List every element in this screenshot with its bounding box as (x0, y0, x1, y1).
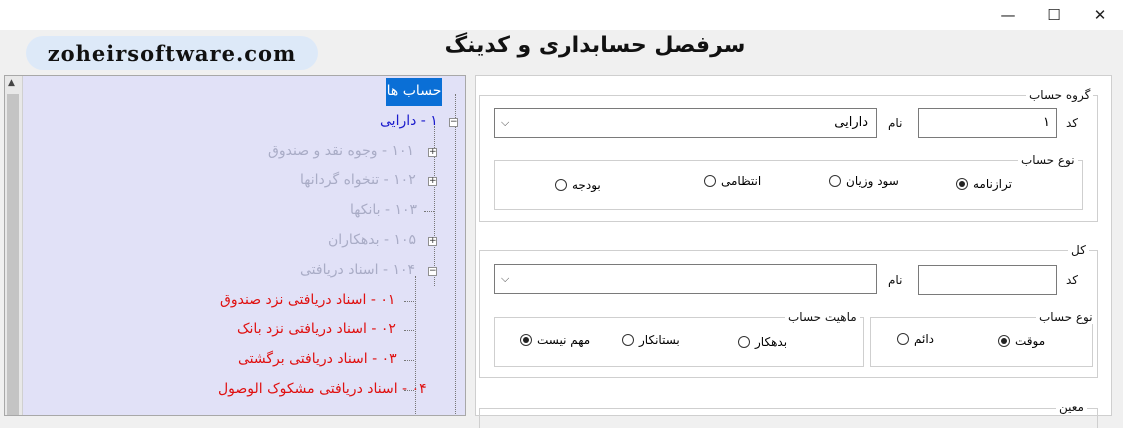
tree-node[interactable]: ۰۱ - اسناد دریافتی نزد صندوق (220, 292, 395, 308)
minimize-button[interactable]: — (985, 0, 1031, 30)
radio-label: مهم نیست (537, 333, 591, 347)
tree-node[interactable]: ۰۳ - اسناد دریافتی برگشتی (238, 351, 397, 367)
radio-label: بستانکار (639, 333, 680, 347)
tree-node[interactable]: ۱۰۳ - بانکها (350, 202, 417, 218)
tree-line (404, 360, 414, 361)
radio-label: بدهکار (755, 335, 788, 349)
radio-circle[interactable] (998, 335, 1010, 347)
expand-icon[interactable]: + (428, 177, 437, 186)
radio-permanent[interactable]: دائم (897, 332, 934, 346)
radio-circle[interactable] (829, 175, 841, 187)
collapse-icon[interactable]: − (428, 267, 437, 276)
radio-label: ترازنامه (973, 177, 1012, 191)
radio-label: بودجه (572, 178, 601, 192)
code-label: کد (1066, 116, 1079, 130)
tree-node[interactable]: ۱۰۲ - تنخواه گردانها (300, 172, 416, 188)
radio-circle[interactable] (956, 178, 968, 190)
kol-nature-legend: ماهیت حساب (785, 310, 860, 324)
expand-icon[interactable]: + (428, 237, 437, 246)
radio-label: انتظامی (721, 174, 762, 188)
kol-legend: کل (1068, 243, 1089, 257)
radio-circle[interactable] (704, 175, 716, 187)
radio-label: سود وزیان (846, 174, 899, 188)
tree-node[interactable]: ۰۴ - اسناد دریافتی مشکوک الوصول (218, 381, 427, 397)
radio-circle[interactable] (738, 336, 750, 348)
tree-line (404, 301, 414, 302)
group-code-input[interactable]: ۱ (918, 108, 1057, 138)
moein-box (479, 408, 1098, 428)
radio-circle[interactable] (622, 334, 634, 346)
group-type-legend: نوع حساب (1018, 153, 1078, 167)
radio-circle[interactable] (897, 333, 909, 345)
radio-balance-sheet[interactable]: ترازنامه (956, 177, 1012, 191)
radio-memorandum[interactable]: انتظامی (704, 174, 761, 188)
radio-label: دائم (914, 332, 935, 346)
maximize-button[interactable]: ☐ (1031, 0, 1077, 30)
group-legend: گروه حساب (1026, 88, 1094, 102)
tree-line (404, 390, 414, 391)
brand-badge: zoheirsoftware.com (26, 36, 318, 70)
kol-type-legend: نوع حساب (1036, 310, 1096, 324)
group-name-value: دارایی (834, 115, 868, 130)
chevron-down-icon[interactable]: ⌵ (501, 265, 509, 293)
tree-node[interactable]: ۱۰۴ - اسناد دریافتی (300, 262, 415, 278)
kol-code-input[interactable] (918, 265, 1057, 295)
title-bar: — ☐ ✕ (0, 0, 1123, 30)
name-label: نام (888, 273, 903, 287)
scroll-up-arrow-icon[interactable]: ▲ (8, 78, 15, 88)
radio-temporary[interactable]: موقت (998, 334, 1045, 348)
tree-node[interactable]: ۱۰۵ - بدهکاران (328, 232, 416, 248)
chevron-down-icon[interactable]: ⌵ (501, 109, 509, 137)
details-scrollbar[interactable] (1112, 75, 1123, 416)
radio-budget[interactable]: بودجه (555, 178, 601, 192)
radio-profit-loss[interactable]: سود وزیان (829, 174, 899, 188)
code-label: کد (1066, 273, 1079, 287)
radio-not-important[interactable]: مهم نیست (520, 333, 590, 347)
kol-name-select[interactable]: ⌵ (494, 264, 877, 294)
tree-node[interactable]: ۰۲ - اسناد دریافتی نزد بانک (237, 321, 396, 337)
page-title: سرفصل حسابداری و کدینگ (444, 33, 746, 58)
moein-legend: معین (1056, 400, 1087, 414)
radio-circle[interactable] (555, 179, 567, 191)
expand-icon[interactable]: + (428, 148, 437, 157)
tree-line (404, 330, 414, 331)
tree-root-node[interactable]: حساب ها (386, 78, 442, 106)
radio-debtor[interactable]: بدهکار (738, 335, 787, 349)
radio-label: موقت (1015, 334, 1046, 348)
scrollbar-thumb[interactable] (7, 94, 19, 415)
radio-circle[interactable] (520, 334, 532, 346)
collapse-icon[interactable]: − (449, 118, 458, 127)
tree-node[interactable]: ۱۰۱ - وجوه نقد و صندوق (268, 143, 414, 159)
tree-node[interactable]: ۱ - دارایی (380, 113, 438, 129)
radio-creditor[interactable]: بستانکار (622, 333, 680, 347)
name-label: نام (888, 116, 903, 130)
close-button[interactable]: ✕ (1077, 0, 1123, 30)
tree-line (455, 94, 456, 414)
tree-scrollbar[interactable]: ▲ (5, 76, 23, 415)
group-name-select[interactable]: دارایی ⌵ (494, 108, 877, 138)
tree-line (424, 211, 434, 212)
